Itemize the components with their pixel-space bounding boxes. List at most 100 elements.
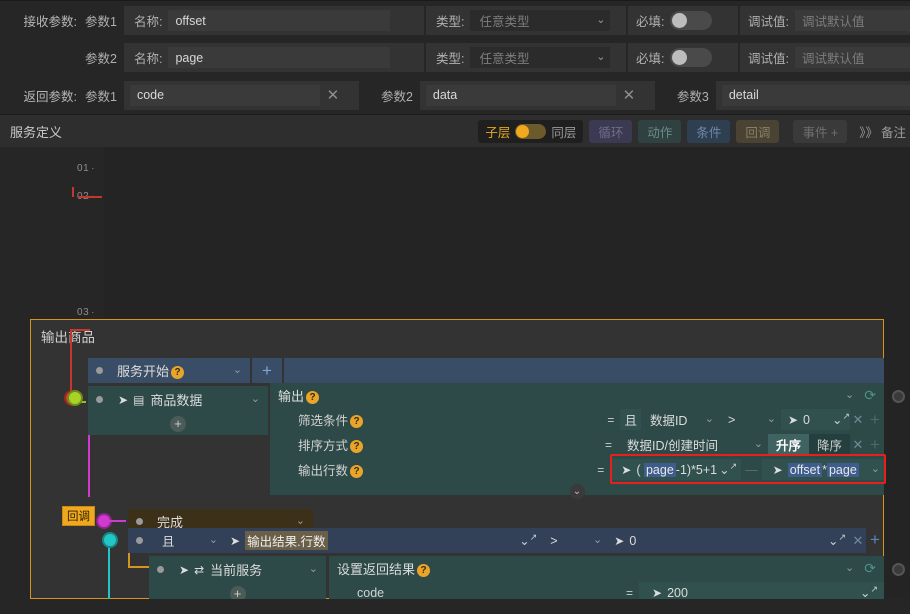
filter-remove-icon[interactable]: ✕	[850, 412, 866, 428]
return-field-row-code: code = ➤ 200 ⌄↗	[329, 580, 884, 599]
help-icon[interactable]: ?	[350, 440, 364, 454]
rows-expression-1[interactable]: ➤ ( page -1)*5+1 ⌄↗	[610, 459, 742, 480]
param-debug-label-2: 调试值:	[747, 52, 789, 66]
help-icon[interactable]: ?	[306, 390, 320, 404]
return-input-1[interactable]: code	[129, 84, 320, 106]
refresh-icon[interactable]: ⟳	[864, 387, 876, 404]
param-required-toggle-1[interactable]	[670, 11, 713, 30]
condition-op-value: >	[550, 533, 558, 548]
node-current-service-05[interactable]: ➤ ⇄ 当前服务 ⌄ +	[149, 556, 326, 599]
action-button[interactable]: 动作	[638, 119, 682, 143]
chevron-down-icon[interactable]: ⌄	[296, 516, 305, 527]
sort-field-select[interactable]: 数据ID/创建时间 ⌄	[617, 434, 768, 455]
filter-expression[interactable]: 且 数据ID ⌄ > ⌄ ➤ 0 ⌄↗	[620, 409, 850, 430]
param-index-2: 参数2	[85, 52, 117, 66]
help-icon[interactable]: ?	[350, 415, 364, 429]
connector-dot-04[interactable]	[102, 532, 118, 548]
return-input-3[interactable]: detail	[721, 84, 910, 106]
param-debug-input-2[interactable]: 调试默认值	[794, 47, 910, 68]
return-cell-3: detail ✕	[715, 80, 910, 110]
toolbar: 服务定义 子层 同层 循环 动作 条件 回调 事件 + 》》 备注	[0, 115, 910, 147]
sort-asc-button[interactable]: 升序	[767, 434, 809, 455]
node-bullet	[157, 566, 164, 573]
sort-expression[interactable]: 数据ID/创建时间 ⌄ 升序 降序	[617, 434, 850, 455]
layer-toggle[interactable]: 子层 同层	[478, 119, 584, 143]
expand-arrow-icon[interactable]: ⌄↗	[719, 461, 737, 477]
line-number-03: 03	[77, 307, 95, 318]
expand-arrow-icon[interactable]: ⌄↗	[519, 532, 541, 548]
return-index-3: 参数3	[676, 89, 709, 104]
cursor-icon: ➤	[787, 412, 799, 427]
chevron-down-icon: ⌄	[596, 51, 606, 63]
help-icon[interactable]: ?	[171, 366, 185, 380]
add-event-button[interactable]: 事件 +	[793, 119, 848, 143]
condition-remove-icon[interactable]: ✕	[850, 533, 866, 549]
return-input-2[interactable]: data	[425, 84, 616, 106]
condition-op-select[interactable]: > ⌄	[541, 530, 608, 551]
rail-03	[108, 520, 126, 522]
chevron-down-icon[interactable]: ⌄	[845, 389, 854, 401]
node-service-start[interactable]: 服务开始? ⌄	[88, 358, 250, 383]
rail-01	[72, 187, 74, 197]
param-name-input-1[interactable]: offset	[168, 10, 391, 31]
return-clear-icon-2[interactable]: ✕	[616, 86, 642, 104]
chevron-down-icon[interactable]: ⌄	[309, 564, 318, 575]
add-child-button-05[interactable]: +	[149, 583, 326, 599]
return-index-1: 参数1	[85, 89, 117, 104]
callback-button[interactable]: 回调	[736, 119, 780, 143]
add-node-button-01[interactable]: +	[252, 358, 282, 383]
param-type-select-1[interactable]: 任意类型 ⌄	[470, 10, 611, 31]
filter-field-select[interactable]: 数据ID ⌄	[640, 409, 719, 430]
help-icon[interactable]: ?	[350, 465, 364, 479]
expand-arrow-icon[interactable]: ⌄↗	[832, 411, 850, 427]
chevron-down-icon[interactable]: ⌄	[251, 394, 260, 405]
param-type-label-2: 类型:	[435, 52, 465, 66]
condition-button[interactable]: 条件	[687, 119, 731, 143]
node-bullet	[96, 396, 103, 403]
plus-icon: +	[170, 416, 186, 432]
param-name-cell-1: 名称: offset	[123, 6, 424, 35]
sort-desc-button[interactable]: 降序	[808, 434, 850, 455]
filter-value[interactable]: 0	[803, 413, 810, 427]
note-button[interactable]: 》》 备注	[859, 122, 906, 141]
chevron-down-icon[interactable]: ⌄	[845, 562, 854, 574]
chevron-down-icon[interactable]: ⌄	[871, 464, 880, 475]
loop-button[interactable]: 循环	[589, 119, 633, 143]
help-icon[interactable]: ?	[417, 563, 431, 577]
sort-remove-icon[interactable]: ✕	[850, 437, 866, 453]
filter-logic[interactable]: 且	[620, 410, 641, 429]
chevron-down-icon[interactable]: ⌄	[233, 365, 242, 376]
node-goods-data[interactable]: ➤ ▤ 商品数据 ⌄ +	[88, 386, 268, 435]
expand-arrow-icon[interactable]: ⌄↗	[828, 532, 850, 548]
toggle-knob	[672, 50, 688, 65]
return-clear-icon-1[interactable]: ✕	[320, 86, 346, 104]
node-condition-and[interactable]: 且 ⌄ ➤ 输出结果.行数 ⌄↗ > ⌄ ➤ 0 ⌄↗ ✕	[128, 528, 866, 553]
rows-expression-2[interactable]: ➤ offset * page ⌄	[761, 459, 884, 480]
condition-right-operand[interactable]: 0	[629, 534, 636, 548]
add-child-button-02[interactable]: +	[88, 413, 268, 435]
param-name-label-2: 名称:	[133, 52, 163, 66]
condition-add-button-04[interactable]: +	[866, 530, 884, 550]
condition-logic-select[interactable]: 且 ⌄	[153, 530, 223, 551]
filter-add-button[interactable]: +	[866, 410, 884, 430]
chevron-down-icon: ⌄	[753, 438, 763, 450]
param-required-toggle-2[interactable]	[670, 48, 713, 67]
refresh-icon[interactable]: ⟳	[864, 560, 876, 577]
right-anchor-2[interactable]	[892, 563, 905, 576]
param-name-input-2[interactable]: page	[168, 47, 391, 68]
param-type-select-2[interactable]: 任意类型 ⌄	[470, 47, 611, 68]
return-index-2: 参数2	[380, 89, 413, 104]
layer-switch[interactable]	[515, 123, 547, 139]
equals-sign: =	[597, 462, 605, 477]
sort-add-button[interactable]: +	[866, 435, 884, 455]
filter-op-select[interactable]: > ⌄	[718, 409, 781, 430]
flow-canvas[interactable]: 01 02 03 04 05 06 07 🗑 输出商品 服务开始? ⌄ + ➤ …	[0, 147, 910, 599]
right-anchor-1[interactable]	[892, 390, 905, 403]
connector-dot-02[interactable]	[67, 390, 83, 406]
return-field-value-code[interactable]: ➤ 200 ⌄↗	[639, 582, 884, 599]
condition-left-operand[interactable]: 输出结果.行数	[245, 531, 328, 550]
rail-05a	[128, 553, 130, 567]
param-debug-input-1[interactable]: 调试默认值	[794, 10, 910, 31]
expand-arrow-icon[interactable]: ⌄↗	[860, 584, 878, 599]
collapse-output-button[interactable]: ⌄	[270, 482, 884, 499]
